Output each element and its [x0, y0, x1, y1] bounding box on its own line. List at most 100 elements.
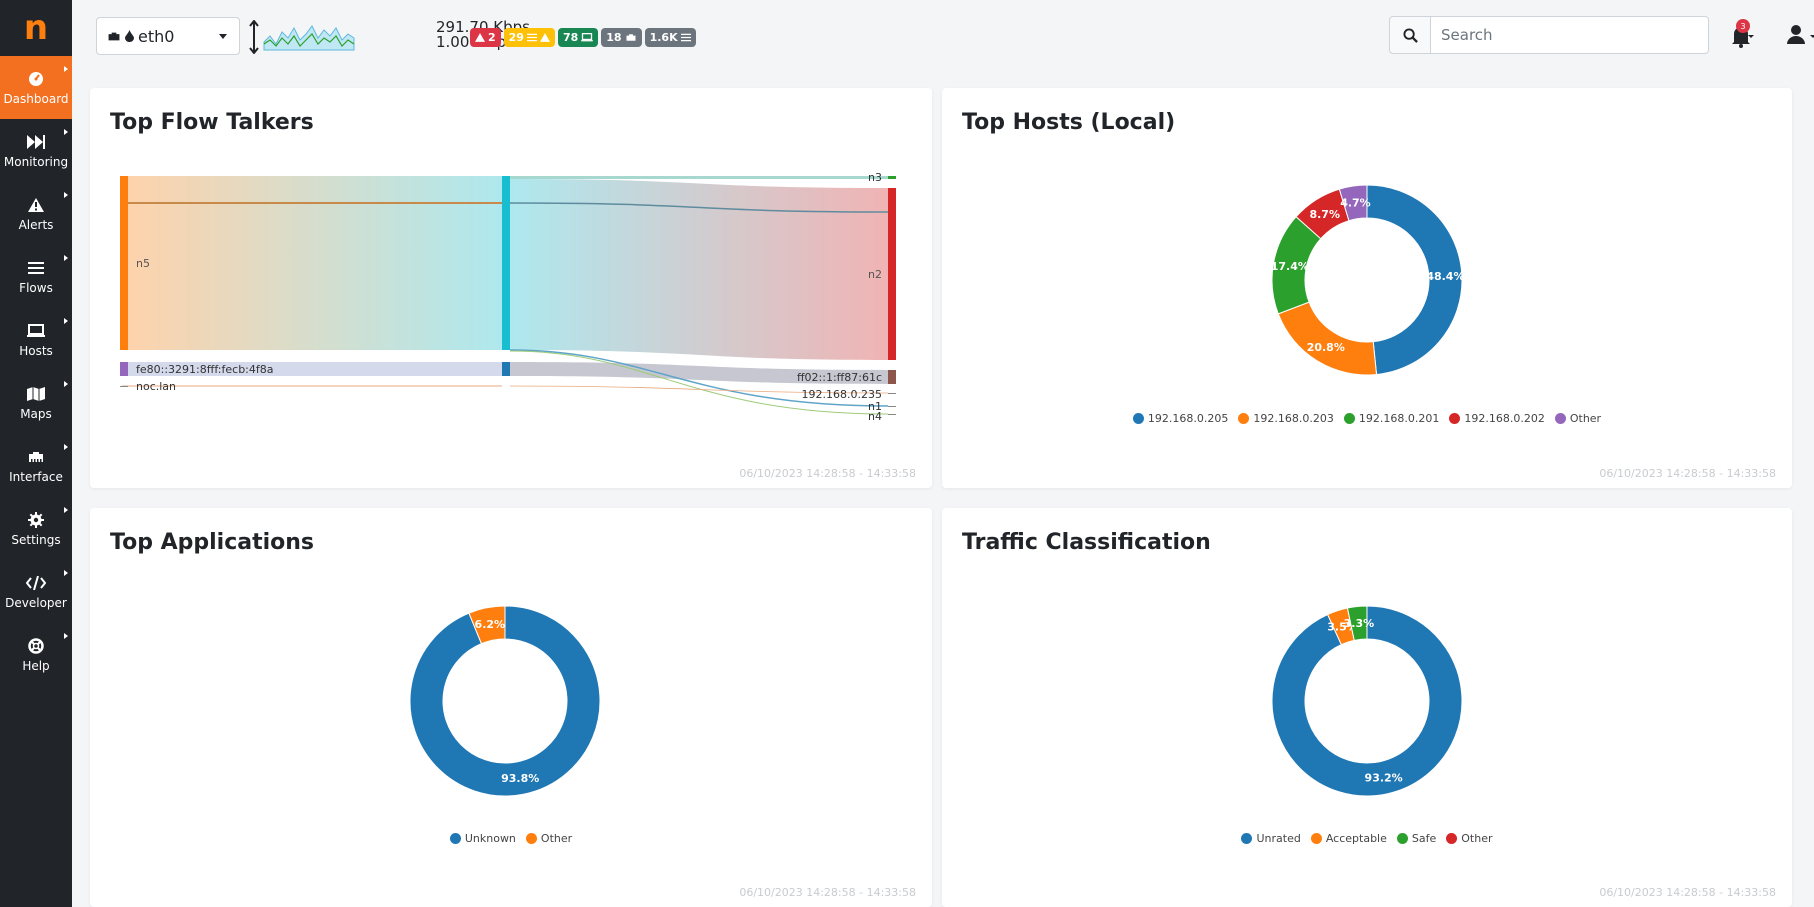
legend-dot — [1446, 833, 1458, 844]
top-applications-donut-chart[interactable]: 93.8% 6.2% — [90, 508, 932, 828]
slice-value-label: 8.7% — [1309, 208, 1340, 221]
legend-item[interactable]: Unrated — [1241, 832, 1301, 845]
legend-item[interactable]: Other — [1554, 412, 1602, 425]
list-icon — [26, 259, 46, 277]
legend-label: 192.168.0.201 — [1358, 412, 1440, 425]
sankey-label-n4: n4 — [868, 410, 882, 423]
slice-value-label: 93.8% — [501, 772, 539, 785]
sidebar-item-help[interactable]: Help — [0, 623, 72, 686]
search-box — [1389, 16, 1709, 54]
caret-right-icon — [64, 507, 68, 513]
lifebuoy-icon — [26, 637, 46, 655]
ethernet-icon — [626, 34, 636, 41]
sankey-node-n1 — [888, 406, 896, 407]
slice-value-label: 6.2% — [475, 618, 506, 631]
legend-item[interactable]: Safe — [1396, 832, 1437, 845]
code-icon — [26, 574, 46, 592]
chart-legend: Unknown Other — [90, 832, 932, 845]
topbar: eth0 291.70 Kbps 1.00 Mbps 2 29 78 18 1.… — [72, 0, 1814, 72]
legend-dot — [449, 833, 461, 844]
legend-dot — [1238, 413, 1250, 424]
interface-select[interactable]: eth0 — [96, 17, 240, 55]
hosts-badge[interactable]: 78 — [557, 28, 599, 47]
caret-right-icon — [64, 129, 68, 135]
legend-item[interactable]: 192.168.0.202 — [1449, 412, 1545, 425]
legend-dot — [525, 833, 537, 844]
search-input[interactable] — [1431, 16, 1709, 54]
ntopng-logo[interactable]: n — [0, 0, 72, 56]
sidebar-item-alerts[interactable]: Alerts — [0, 182, 72, 245]
legend-item[interactable]: 192.168.0.203 — [1238, 412, 1334, 425]
sidebar-item-label: Flows — [19, 280, 53, 295]
notification-count-badge: 3 — [1736, 19, 1750, 33]
legend-label: 192.168.0.205 — [1147, 412, 1229, 425]
sidebar-item-label: Maps — [20, 406, 52, 421]
sankey-chart[interactable]: n5 fe80::3291:8fff:fecb:4f8a noc.lan n3 … — [90, 88, 932, 488]
top-hosts-donut-chart[interactable]: 48.4% 20.8% 17.4% 8.7%4.7% — [942, 88, 1792, 408]
legend-item[interactable]: Other — [525, 832, 572, 845]
sidebar-item-interface[interactable]: Interface — [0, 434, 72, 497]
flow-alerts-badge[interactable]: 29 — [503, 28, 555, 47]
traffic-classification-donut-chart[interactable]: 93.2%3.5%3.3% — [942, 508, 1792, 828]
legend-label: Safe — [1411, 832, 1437, 845]
sankey-node-middle-2 — [502, 362, 510, 376]
status-badges: 2 29 78 18 1.6K — [470, 28, 696, 47]
chart-legend: 192.168.0.205 192.168.0.203 192.168.0.20… — [942, 412, 1792, 425]
sankey-node-noc-lan — [120, 386, 128, 387]
ethernet-icon — [107, 27, 121, 46]
drop-icon — [125, 27, 134, 46]
legend-item[interactable]: Unknown — [449, 832, 516, 845]
sidebar-item-label: Settings — [11, 532, 61, 547]
user-menu-icon[interactable] — [1782, 22, 1814, 48]
card-top-flow-talkers: Top Flow Talkers n5 fe80::3291:8fff:fecb… — [90, 88, 932, 488]
list-icon — [680, 33, 691, 42]
sidebar-item-dashboard[interactable]: Dashboard — [0, 56, 72, 119]
throughput-sparkline[interactable] — [248, 20, 428, 54]
sidebar-item-label: Developer — [5, 595, 67, 610]
sidebar-item-developer[interactable]: Developer — [0, 560, 72, 623]
sankey-node-n3 — [888, 176, 896, 179]
warning-icon — [539, 33, 550, 42]
laptop-icon — [26, 322, 46, 340]
list-icon — [526, 33, 537, 42]
sankey-label-n2: n2 — [868, 268, 882, 281]
sankey-node-192-168-0-235 — [888, 393, 896, 394]
badge-count: 2 — [488, 31, 496, 44]
sidebar-item-monitoring[interactable]: Monitoring — [0, 119, 72, 182]
caret-right-icon — [64, 66, 68, 72]
donut-slice[interactable] — [1277, 301, 1378, 376]
sidebar-item-label: Interface — [9, 469, 63, 484]
flows-badge[interactable]: 1.6K — [644, 28, 696, 47]
devices-badge[interactable]: 18 — [601, 28, 642, 47]
sidebar-item-settings[interactable]: Settings — [0, 497, 72, 560]
warning-icon — [475, 33, 485, 42]
logo-text: n — [23, 8, 49, 48]
alerts-badge[interactable]: 2 — [470, 28, 501, 47]
legend-item[interactable]: Acceptable — [1310, 832, 1387, 845]
ethernet-icon — [26, 448, 46, 466]
search-button[interactable] — [1389, 16, 1431, 54]
slice-value-label: 17.4% — [1271, 260, 1309, 273]
sankey-node-n2 — [888, 188, 896, 360]
updown-arrows-icon — [249, 20, 259, 54]
legend-label: Other — [1461, 832, 1493, 845]
legend-label: 192.168.0.203 — [1253, 412, 1334, 425]
legend-dot — [1241, 833, 1253, 844]
sankey-node-middle — [502, 176, 510, 350]
sidebar-item-maps[interactable]: Maps — [0, 371, 72, 434]
sidebar-item-label: Hosts — [19, 343, 53, 358]
legend-dot — [1343, 413, 1355, 424]
sidebar-item-hosts[interactable]: Hosts — [0, 308, 72, 371]
sankey-label-ff02: ff02::1:ff87:61c — [797, 371, 882, 384]
legend-label: 192.168.0.202 — [1464, 412, 1545, 425]
legend-item[interactable]: 192.168.0.201 — [1343, 412, 1440, 425]
sankey-label-n3: n3 — [868, 171, 882, 184]
legend-item[interactable]: Other — [1446, 832, 1493, 845]
sidebar-item-flows[interactable]: Flows — [0, 245, 72, 308]
legend-item[interactable]: 192.168.0.205 — [1132, 412, 1229, 425]
sidebar-item-label: Alerts — [18, 217, 54, 232]
card-timestamp: 06/10/2023 14:28:58 - 14:33:58 — [1599, 467, 1776, 480]
sidebar-item-label: Help — [22, 658, 50, 673]
legend-label: Other — [1569, 412, 1602, 425]
sankey-node-n5 — [120, 176, 128, 350]
